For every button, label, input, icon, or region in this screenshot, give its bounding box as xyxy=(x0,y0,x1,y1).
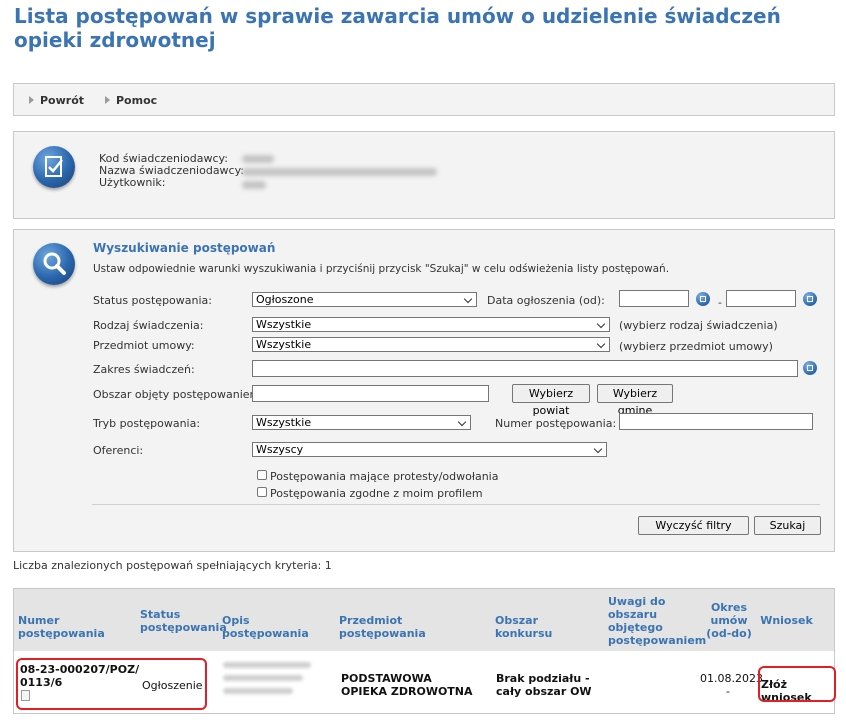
calendar-icon[interactable] xyxy=(696,292,710,306)
help-label: Pomoc xyxy=(116,94,158,107)
highlight-number xyxy=(16,658,207,710)
divider xyxy=(92,504,820,505)
service-type-hint: (wybierz rodzaj świadczenia) xyxy=(619,319,778,332)
protests-checkbox-label: Postępowania mające protesty/odwołania xyxy=(270,470,499,483)
checklist-icon xyxy=(33,146,75,188)
provider-info-panel: Kod świadczeniodawcy: Nazwa świadczeniod… xyxy=(13,131,835,219)
header-status[interactable]: Status postępowania xyxy=(140,608,227,634)
header-remarks: Uwagi do obszaru objętego postępowaniem xyxy=(608,595,707,647)
status-label: Status postępowania: xyxy=(93,294,212,307)
scope-label: Zakres świadczeń: xyxy=(93,363,195,376)
status-select[interactable]: Ogłoszone xyxy=(252,292,477,307)
area-input[interactable] xyxy=(252,385,489,402)
redacted-description xyxy=(223,675,303,681)
header-area[interactable]: Obszar konkursu xyxy=(495,614,595,640)
row-area: Brak podziału - cały obszar OW xyxy=(496,672,592,698)
redacted-description xyxy=(223,688,293,694)
user-label: Użytkownik: xyxy=(99,176,166,189)
row-subject: PODSTAWOWA OPIEKA ZDROWOTNA xyxy=(341,672,473,698)
header-application: Wniosek xyxy=(760,614,813,627)
date-from-input[interactable] xyxy=(619,290,689,307)
results-table: Numer postępowania Status postępowania O… xyxy=(13,588,836,714)
redacted-provider-name xyxy=(242,168,437,176)
header-period[interactable]: Okres umów (od-do) xyxy=(704,601,754,640)
search-description: Ustaw odpowiednie warunki wyszukiwania i… xyxy=(93,263,670,275)
select-county-button[interactable]: Wybierz powiat xyxy=(512,384,590,417)
clear-filters-button[interactable]: Wyczyść filtry xyxy=(638,516,749,535)
subject-label: Przedmiot umowy: xyxy=(93,339,195,352)
area-label: Obszar objęty postępowaniem: xyxy=(93,388,264,401)
scope-input[interactable] xyxy=(252,360,798,377)
arrow-right-icon xyxy=(105,96,110,104)
table-header: Numer postępowania Status postępowania O… xyxy=(14,589,834,651)
search-panel: Wyszukiwanie postępowań Ustaw odpowiedni… xyxy=(13,229,835,552)
redacted-provider-code xyxy=(242,155,274,163)
subject-hint: (wybierz przedmiot umowy) xyxy=(619,340,773,353)
redacted-description xyxy=(223,662,311,668)
select-commune-button[interactable]: Wybierz gminę xyxy=(597,384,673,417)
search-button[interactable]: Szukaj xyxy=(754,516,821,535)
service-type-select[interactable]: Wszystkie xyxy=(252,317,610,332)
back-label: Powrót xyxy=(40,94,85,107)
subject-select[interactable]: Wszystkie xyxy=(252,337,610,352)
header-description[interactable]: Opis postępowania xyxy=(222,614,330,640)
bidders-label: Oferenci: xyxy=(93,444,144,457)
results-count: Liczba znalezionych postępowań spełniają… xyxy=(13,559,332,572)
profile-checkbox-label: Postępowania zgodne z moim profilem xyxy=(270,487,483,500)
mode-select[interactable]: Wszystkie xyxy=(252,415,471,430)
back-link[interactable]: Powrót xyxy=(29,94,84,107)
number-label: Numer postępowania: xyxy=(495,417,617,430)
protests-checkbox[interactable] xyxy=(257,470,267,480)
date-separator: - xyxy=(718,296,722,309)
date-to-input[interactable] xyxy=(726,290,796,307)
search-icon xyxy=(33,243,75,285)
toolbar: Powrót Pomoc xyxy=(13,83,835,116)
service-type-label: Rodzaj świadczenia: xyxy=(93,319,204,332)
edit-icon[interactable] xyxy=(803,361,817,375)
page-title: Lista postępowań w sprawie zawarcia umów… xyxy=(14,4,781,52)
header-number[interactable]: Numer postępowania xyxy=(18,614,140,640)
calendar-icon[interactable] xyxy=(803,292,817,306)
help-link[interactable]: Pomoc xyxy=(105,94,157,107)
date-label: Data ogłoszenia (od): xyxy=(487,294,605,307)
header-subject[interactable]: Przedmiot postępowania xyxy=(339,614,489,640)
highlight-application xyxy=(758,666,836,702)
number-input[interactable] xyxy=(619,413,813,430)
redacted-user xyxy=(242,181,266,189)
profile-checkbox[interactable] xyxy=(257,487,267,497)
row-period-from: 01.08.2023 xyxy=(700,672,763,685)
bidders-select[interactable]: Wszyscy xyxy=(252,442,607,457)
search-title: Wyszukiwanie postępowań xyxy=(93,241,276,255)
row-period-separator: - xyxy=(726,685,730,698)
mode-label: Tryb postępowania: xyxy=(93,417,201,430)
arrow-right-icon xyxy=(29,96,34,104)
